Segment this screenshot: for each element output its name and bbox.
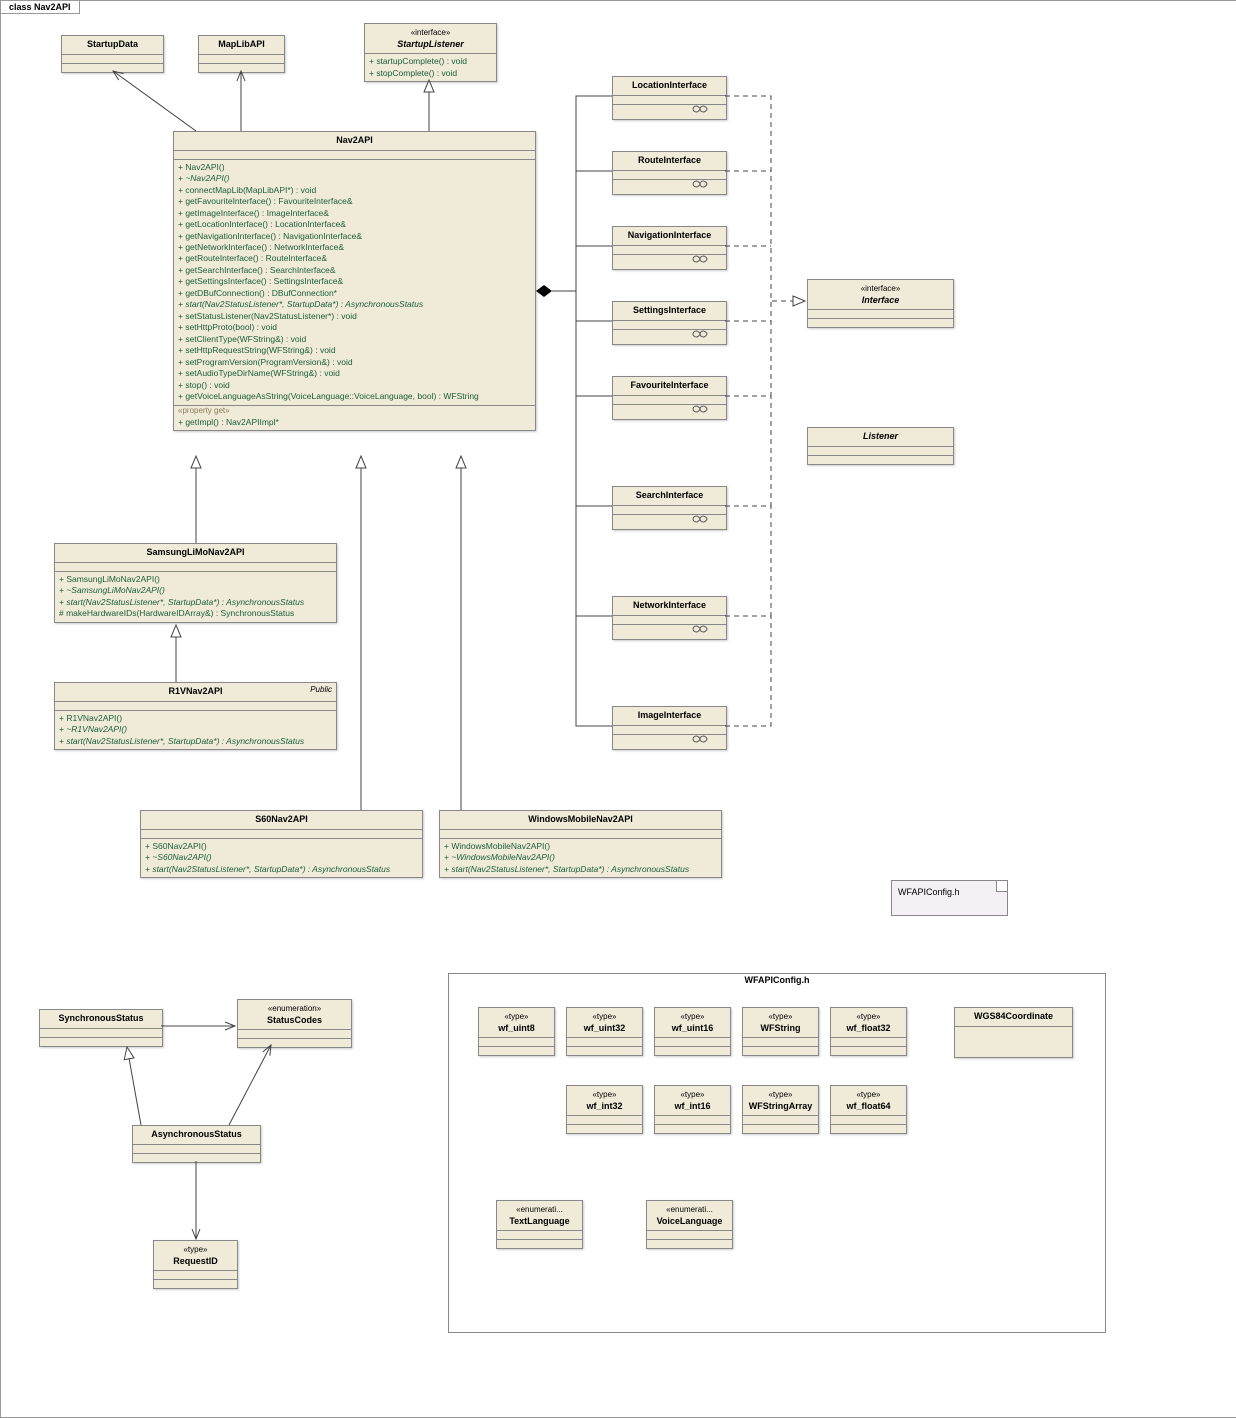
type-wf-int32: «type»wf_int32 xyxy=(566,1085,643,1134)
infinity-icon xyxy=(689,734,711,744)
class-synchronousstatus: SynchronousStatus xyxy=(39,1009,163,1047)
class-requestid: «type»RequestID xyxy=(153,1240,238,1289)
class-startupdata: StartupData xyxy=(61,35,164,73)
enum-textlanguage: «enumerati...TextLanguage xyxy=(496,1200,583,1249)
type-wf-int16: «type»wf_int16 xyxy=(654,1085,731,1134)
infinity-icon xyxy=(689,179,711,189)
class-r1vnav2api: R1VNav2APIPublic+ R1VNav2API()+ ~R1VNav2… xyxy=(54,682,337,750)
class-nav2api: Nav2API + Nav2API()+ ~Nav2API()+ connect… xyxy=(173,131,536,431)
type-wf-uint8: «type»wf_uint8 xyxy=(478,1007,555,1056)
note-wfapiconfig: WFAPIConfig.h xyxy=(891,880,1008,916)
class-asynchronousstatus: AsynchronousStatus xyxy=(132,1125,261,1163)
infinity-icon xyxy=(689,514,711,524)
type-wfstringarray: «type»WFStringArray xyxy=(742,1085,819,1134)
infinity-icon xyxy=(689,329,711,339)
type-wf-float32: «type»wf_float32 xyxy=(830,1007,907,1056)
class-interface: «interface»Interface xyxy=(807,279,954,328)
class-maplibapi: MapLibAPI xyxy=(198,35,285,73)
enum-voicelanguage: «enumerati...VoiceLanguage xyxy=(646,1200,733,1249)
infinity-icon xyxy=(689,404,711,414)
frame-wfapiconfig: WFAPIConfig.h «type»wf_uint8 «type»wf_ui… xyxy=(448,973,1106,1333)
infinity-icon xyxy=(689,104,711,114)
class-samsunglimonav2api: SamsungLiMoNav2API+ SamsungLiMoNav2API()… xyxy=(54,543,337,623)
class-windowsmobilenav2api: WindowsMobileNav2API+ WindowsMobileNav2A… xyxy=(439,810,722,878)
class-startuplistener: «interface»StartupListener + startupComp… xyxy=(364,23,497,82)
class-s60nav2api: S60Nav2API+ S60Nav2API()+ ~S60Nav2API()+… xyxy=(140,810,423,878)
infinity-icon xyxy=(689,624,711,634)
type-wgs84coordinate: WGS84Coordinate xyxy=(954,1007,1073,1058)
class-statuscodes: «enumeration»StatusCodes xyxy=(237,999,352,1048)
infinity-icon xyxy=(689,254,711,264)
type-wf-uint32: «type»wf_uint32 xyxy=(566,1007,643,1056)
class-listener: Listener xyxy=(807,427,954,465)
type-wf-uint16: «type»wf_uint16 xyxy=(654,1007,731,1056)
diagram-canvas: class Nav2API StartupData MapLibAPI «int… xyxy=(0,0,1236,1418)
type-wf-float64: «type»wf_float64 xyxy=(830,1085,907,1134)
type-wfstring: «type»WFString xyxy=(742,1007,819,1056)
diagram-title: class Nav2API xyxy=(1,1,80,14)
